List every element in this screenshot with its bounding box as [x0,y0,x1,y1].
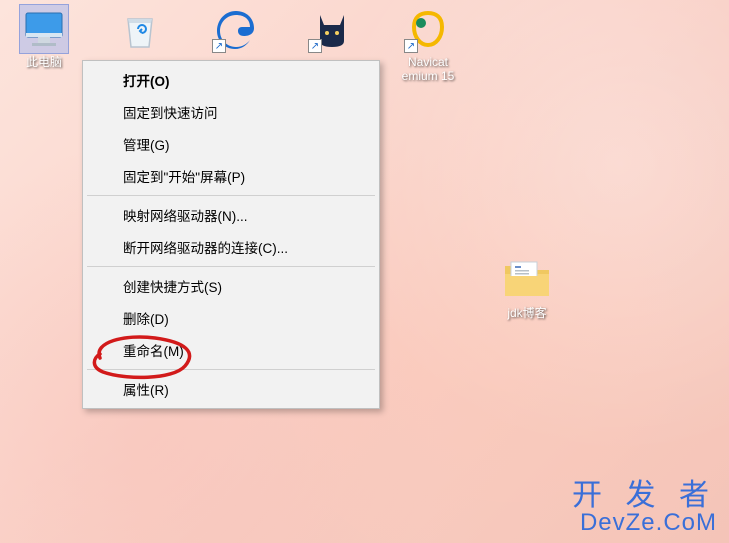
menu-manage[interactable]: 管理(G) [85,128,377,160]
menu-rename[interactable]: 重命名(M) [85,334,377,366]
icon-navicat[interactable]: ↗ Navicat emium 15 [389,5,467,84]
icon-label: Navicat emium 15 [402,55,455,84]
menu-create-shortcut[interactable]: 创建快捷方式(S) [85,270,377,302]
menu-separator [87,369,375,370]
shortcut-arrow-icon: ↗ [308,39,322,53]
menu-delete[interactable]: 删除(D) [85,302,377,334]
menu-disconnect-network-drive[interactable]: 断开网络驱动器的连接(C)... [85,231,377,263]
shortcut-arrow-icon: ↗ [404,39,418,53]
watermark-line1: 开 发 者 [572,481,717,511]
menu-map-network-drive[interactable]: 映射网络驱动器(N)... [85,199,377,231]
menu-separator [87,195,375,196]
folder-label: jdk博客 [507,304,546,321]
context-menu: 打开(O) 固定到快速访问 管理(G) 固定到"开始"屏幕(P) 映射网络驱动器… [82,60,380,409]
menu-pin-quick-access[interactable]: 固定到快速访问 [85,96,377,128]
menu-pin-start[interactable]: 固定到"开始"屏幕(P) [85,160,377,192]
icon-folder-jdk[interactable]: jdk博客 [488,258,566,321]
menu-separator [87,266,375,267]
computer-icon [22,7,66,51]
shortcut-arrow-icon: ↗ [212,39,226,53]
menu-properties[interactable]: 属性(R) [85,373,377,405]
watermark-line2: DevZe.CoM [572,511,717,535]
icon-this-pc[interactable]: 此电脑 [5,5,83,84]
folder-icon [503,258,551,300]
menu-open[interactable]: 打开(O) [85,64,377,96]
icon-label: 此电脑 [26,55,62,69]
watermark: 开 发 者 DevZe.CoM [572,481,717,535]
recycle-bin-icon [118,7,162,51]
